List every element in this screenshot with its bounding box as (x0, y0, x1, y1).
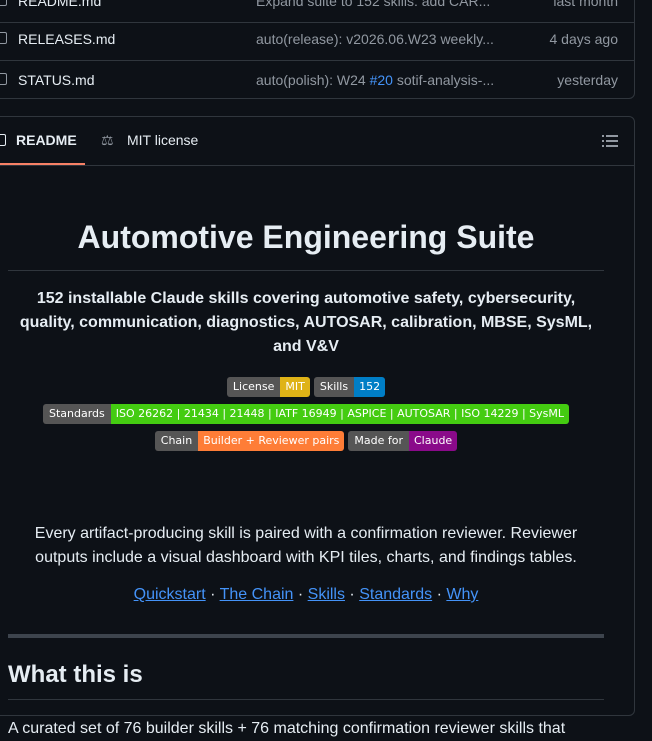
link-quickstart[interactable]: Quickstart (134, 586, 206, 603)
badge-row: Standards ISO 26262 | 21434 | 21448 | IAT… (8, 404, 604, 424)
readme-tabs: README ⚖ MIT license (0, 117, 634, 166)
file-row[interactable]: RELEASES.md auto(release): v2026.06.W23 … (0, 19, 634, 61)
pull-request-link[interactable]: #20 (370, 72, 393, 88)
readme-links: Quickstart · The Chain · Skills · Standa… (8, 586, 604, 604)
commit-time: 4 days ago (549, 31, 619, 47)
badge-label: Standards (42, 404, 111, 424)
commit-time: yesterday (557, 72, 618, 88)
link-skills[interactable]: Skills (308, 586, 345, 603)
badge-value: MIT (280, 377, 310, 397)
badge-value: Claude (409, 431, 458, 451)
link-separator: · (293, 586, 308, 603)
file-icon (0, 32, 7, 44)
commit-message[interactable]: auto(polish): W24 #20 sotif-analysis-... (256, 72, 501, 88)
badge-license[interactable]: License MIT (226, 377, 310, 397)
badge-value: Builder + Reviewer pairs (198, 431, 345, 451)
file-icon (0, 73, 7, 85)
commit-message-text[interactable]: auto(polish): W24 (256, 72, 370, 88)
book-icon (0, 134, 6, 146)
commit-message-rest[interactable]: sotif-analysis-... (393, 72, 494, 88)
link-why[interactable]: Why (446, 586, 478, 603)
badge-label: Chain (154, 431, 199, 451)
commit-time: last month (553, 0, 618, 9)
badge-row: License MIT Skills 152 (8, 377, 604, 397)
tab-license-label: MIT license (127, 132, 199, 148)
link-separator: · (432, 586, 447, 603)
file-list: README.md Expand suite to 152 skills: ad… (0, 0, 635, 99)
link-separator: · (205, 586, 220, 603)
readme-paragraph: Every artifact-producing skill is paired… (34, 525, 578, 566)
commit-message[interactable]: auto(release): v2026.06.W23 weekly... (256, 31, 501, 47)
badge-value: ISO 26262 | 21434 | 21448 | IATF 16949 |… (110, 404, 570, 424)
file-name[interactable]: README.md (18, 0, 101, 9)
readme-panel: README ⚖ MIT license Automotive Engineer… (0, 116, 635, 737)
readme-title: Automotive Engineering Suite (8, 219, 604, 271)
badge-label: Made for (348, 431, 409, 451)
badge-value: 152 (354, 377, 386, 397)
horizontal-rule (8, 634, 604, 638)
badge-label: Skills (313, 377, 355, 397)
badge-label: License (226, 377, 281, 397)
badge-skills[interactable]: Skills 152 (313, 377, 386, 397)
badge-made-for[interactable]: Made for Claude (348, 431, 458, 451)
readme-subtitle: 152 installable Claude skills covering a… (19, 290, 593, 355)
file-name[interactable]: STATUS.md (18, 72, 95, 88)
section-heading: What this is (8, 661, 604, 700)
badge-chain[interactable]: Chain Builder + Reviewer pairs (154, 431, 345, 451)
file-row[interactable]: STATUS.md auto(polish): W24 #20 sotif-an… (0, 60, 634, 101)
tab-readme[interactable]: README (0, 117, 85, 165)
link-the-chain[interactable]: The Chain (220, 586, 294, 603)
link-separator: · (344, 586, 360, 603)
link-standards[interactable]: Standards (359, 586, 432, 603)
commit-message[interactable]: Expand suite to 152 skills: add CAR... (256, 0, 501, 9)
badge-row: Chain Builder + Reviewer pairs Made for Cla… (8, 431, 604, 451)
file-name[interactable]: RELEASES.md (18, 31, 115, 47)
badge-standards[interactable]: Standards ISO 26262 | 21434 | 21448 | IAT… (42, 404, 570, 424)
file-icon (0, 0, 7, 6)
law-icon: ⚖ (101, 132, 114, 148)
outline-menu-icon[interactable] (602, 134, 618, 148)
tab-readme-label: README (16, 132, 77, 148)
readme-intro: A curated set of 76 builder skills + 76 … (8, 720, 566, 737)
